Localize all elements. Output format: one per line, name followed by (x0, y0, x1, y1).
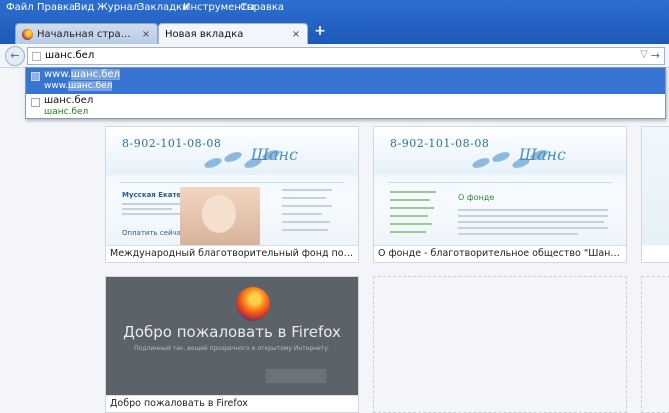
child-photo (180, 187, 260, 245)
welcome-title: Добро пожаловать в Firefox (123, 323, 341, 341)
page-icon (32, 52, 41, 61)
tab-label: Начальная страница Mozilla ... (37, 28, 137, 40)
tile-thumbnail (642, 127, 669, 245)
new-tab-button[interactable]: + (312, 24, 328, 40)
menu-file[interactable]: Файл (6, 2, 34, 13)
autocomplete-item[interactable]: шанс.бел шанс.бел (26, 94, 665, 120)
menu-bar: Файл Правка Вид Журнал Закладки Инструме… (0, 0, 669, 18)
section-heading: О фонде (458, 193, 495, 202)
tile-caption: О фонде - благотворительное общество "Ша… (374, 245, 626, 263)
site-tile-welcome-firefox[interactable]: Добро пожаловать в Firefox Подлинный так… (105, 276, 359, 413)
close-icon[interactable]: × (141, 29, 151, 40)
site-tile-partial[interactable] (641, 126, 669, 263)
site-logo: Шанс (518, 145, 566, 164)
empty-tile-slot[interactable] (641, 276, 669, 413)
menu-history[interactable]: Журнал (97, 2, 139, 13)
site-screenshot: 8-902-101-08-08 Шанс Мусская Екатерина О… (106, 127, 358, 245)
url-bar[interactable]: шанс.бел ▽ → (27, 47, 665, 65)
firefox-icon (22, 28, 33, 40)
autocomplete-url: шанс.бел (44, 107, 89, 117)
site-logo: Шанс (250, 145, 298, 164)
tab-strip: Начальная страница Mozilla ... × Новая в… (0, 20, 669, 44)
site-nav (120, 177, 344, 183)
tile-caption: Международный благотворительный фонд пом… (106, 245, 358, 263)
back-button[interactable]: ← (5, 46, 25, 66)
autocomplete-title: www.шанс.бел (44, 69, 121, 80)
tile-thumbnail: Добро пожаловать в Firefox Подлинный так… (106, 277, 358, 395)
page-icon (31, 72, 40, 81)
firefox-logo-icon (236, 287, 270, 321)
autocomplete-url: www.шанс.бел (44, 81, 113, 91)
menu-edit[interactable]: Правка (37, 2, 75, 13)
site-screenshot (642, 127, 669, 245)
pay-now: Оплатить сейчас (122, 229, 185, 237)
window-titlebar: Файл Правка Вид Журнал Закладки Инструме… (0, 0, 669, 44)
chevron-down-icon[interactable]: ▽ (640, 49, 648, 60)
autocomplete-item[interactable]: www.шанс.бел www.шанс.бел (26, 68, 665, 94)
tab-mozilla-start[interactable]: Начальная страница Mozilla ... × (15, 23, 158, 44)
menu-help[interactable]: Справка (240, 2, 284, 13)
empty-tile-slot[interactable] (373, 276, 627, 413)
go-arrow-icon[interactable]: → (651, 49, 660, 62)
autocomplete-title: шанс.бел (44, 95, 94, 106)
menu-view[interactable]: Вид (74, 2, 94, 13)
menu-bookmarks[interactable]: Закладки (138, 2, 189, 13)
tab-new-tab[interactable]: Новая вкладка × (158, 23, 308, 44)
close-icon[interactable]: × (291, 29, 301, 40)
tile-thumbnail: 8-902-101-08-08 Шанс Мусская Екатерина О… (106, 127, 358, 245)
site-nav (388, 177, 612, 183)
tile-thumbnail: 8-902-101-08-08 Шанс О фонде (374, 127, 626, 245)
navigation-bar: ← шанс.бел ▽ → (0, 44, 669, 68)
url-input[interactable]: шанс.бел (45, 50, 94, 61)
welcome-button (266, 369, 326, 383)
site-tile-about[interactable]: 8-902-101-08-08 Шанс О фонде О фонде - б… (373, 126, 627, 263)
site-tile-charity[interactable]: 8-902-101-08-08 Шанс Мусская Екатерина О… (105, 126, 359, 263)
welcome-subtitle: Подлинный так, вещей прозрачного и откры… (134, 345, 330, 352)
page-icon (31, 98, 40, 107)
tab-label: Новая вкладка (165, 28, 244, 40)
site-screenshot: 8-902-101-08-08 Шанс О фонде (374, 127, 626, 245)
url-autocomplete-popup: www.шанс.бел www.шанс.бел шанс.бел шанс.… (25, 67, 666, 119)
tile-caption: Добро пожаловать в Firefox (106, 395, 358, 413)
